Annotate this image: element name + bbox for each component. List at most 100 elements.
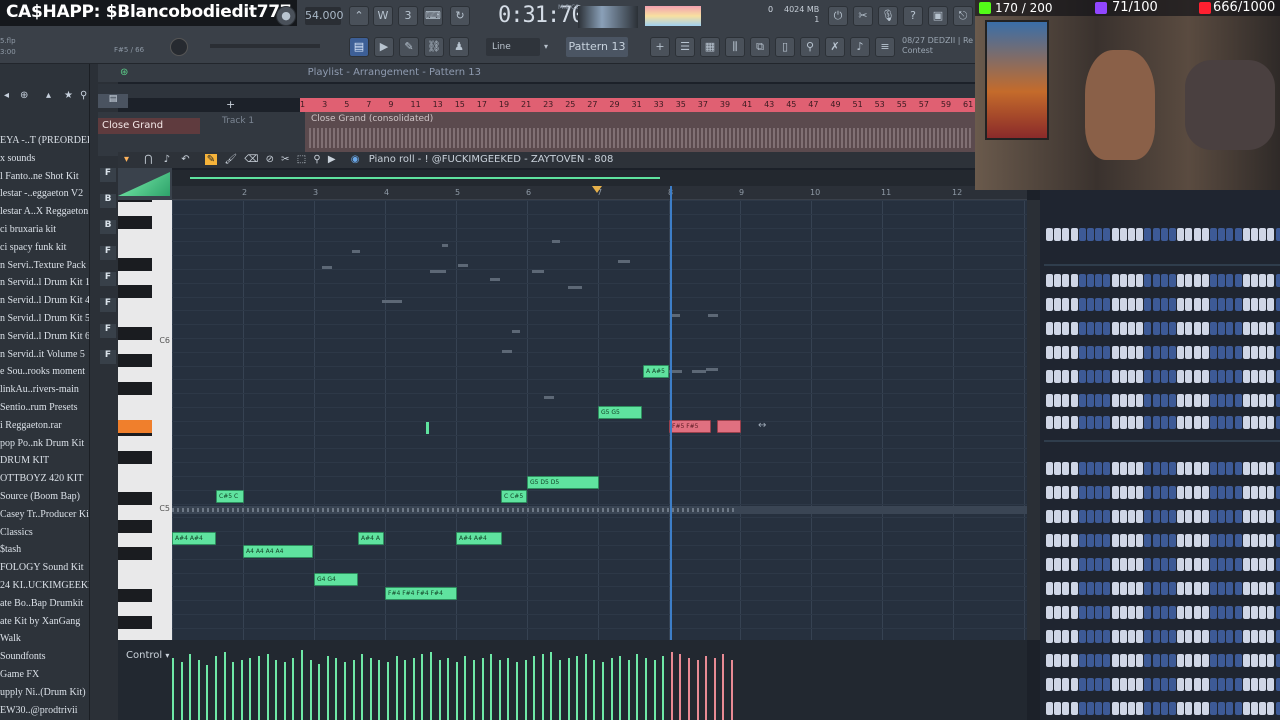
step-pad[interactable] [1103,654,1111,667]
step-pad[interactable] [1275,582,1280,595]
step-pad[interactable] [1152,370,1160,383]
step-pad[interactable] [1062,370,1070,383]
step-pad[interactable] [1054,228,1062,241]
step-pad[interactable] [1128,534,1135,547]
step-pad[interactable] [1218,654,1226,667]
velocity-bar[interactable] [318,664,321,720]
browser-item[interactable]: DRUM KIT [0,452,89,470]
step-pad[interactable] [1103,416,1111,429]
browser-item[interactable]: upply Ni..(Drum Kit) [0,684,89,702]
step-pad[interactable] [1267,274,1275,287]
step-pad[interactable] [1078,274,1086,287]
step-pad[interactable] [1119,702,1127,715]
step-pad[interactable] [1128,394,1135,407]
step-pad[interactable] [1087,534,1094,547]
step-pad[interactable] [1070,702,1078,715]
step-pad[interactable] [1234,462,1242,475]
step-pad[interactable] [1210,678,1217,691]
step-pad[interactable] [1226,678,1234,691]
step-pad[interactable] [1128,678,1135,691]
step-pad[interactable] [1226,346,1234,359]
step-pad[interactable] [1046,416,1053,429]
help-icon[interactable]: ? [903,6,923,26]
delete-tool-icon[interactable]: ⌫ [244,154,258,165]
velocity-bar[interactable] [378,660,381,720]
step-pad[interactable] [1119,510,1127,523]
step-pad[interactable] [1078,510,1086,523]
step-pad[interactable] [1267,702,1275,715]
note[interactable]: G5 D5 D5 [527,476,599,489]
select-tool-icon[interactable]: ⬚ [297,154,306,165]
step-pad[interactable] [1046,534,1053,547]
step-pad[interactable] [1242,416,1250,429]
step-pad[interactable] [1160,558,1168,571]
master-pitch-slider[interactable] [210,44,320,48]
velocity-bar[interactable] [507,658,510,720]
velocity-bar[interactable] [662,656,665,720]
browser-item[interactable]: Game FX [0,666,89,684]
step-pad[interactable] [1259,462,1267,475]
pattern-add-icon[interactable]: + [650,37,670,57]
step-pad[interactable] [1267,582,1275,595]
step-pad[interactable] [1177,370,1185,383]
step-pad[interactable] [1103,274,1111,287]
note[interactable]: A4 A4 A4 A4 [243,545,313,558]
step-pad[interactable] [1218,702,1226,715]
step-pad[interactable] [1234,274,1242,287]
step-pad[interactable] [1275,654,1280,667]
step-pad[interactable] [1152,298,1160,311]
browser-item[interactable]: lestar A..X Reggaeton [0,203,89,221]
step-pad[interactable] [1242,678,1250,691]
step-pad[interactable] [1136,486,1144,499]
step-pad[interactable] [1128,228,1135,241]
playhead[interactable] [670,186,672,640]
step-pad[interactable] [1046,486,1053,499]
step-pad[interactable] [1152,322,1160,335]
step-pad[interactable] [1218,370,1226,383]
browser-item[interactable]: EYA -..T (PREORDER) [0,132,89,150]
velocity-bar[interactable] [387,662,389,720]
step-pad[interactable] [1210,486,1217,499]
step-pad[interactable] [1259,702,1267,715]
step-pad[interactable] [1119,346,1127,359]
step-pad[interactable] [1259,228,1267,241]
step-pad[interactable] [1046,322,1053,335]
channel-label[interactable]: F [100,298,116,312]
step-pad[interactable] [1160,322,1168,335]
step-pad[interactable] [1185,534,1193,547]
step-pad[interactable] [1234,370,1242,383]
step-pad[interactable] [1136,534,1144,547]
velocity-bar[interactable] [679,654,682,720]
note[interactable]: A#4 A#4 [172,532,216,545]
velocity-bar[interactable] [602,662,604,720]
black-key[interactable] [118,450,152,464]
step-pad[interactable] [1201,298,1209,311]
step-pad[interactable] [1103,558,1111,571]
step-pad[interactable] [1070,486,1078,499]
step-pad[interactable] [1210,416,1217,429]
step-pad[interactable] [1095,274,1103,287]
step-pad[interactable] [1201,606,1209,619]
browser-item[interactable]: n Servid..l Drum Kit 1 [0,274,89,292]
step-pad[interactable] [1078,322,1086,335]
step-pad[interactable] [1210,630,1217,643]
step-pad[interactable] [1128,606,1135,619]
step-pad[interactable] [1242,370,1250,383]
step-pad[interactable] [1103,534,1111,547]
step-pad[interactable] [1160,298,1168,311]
step-pad[interactable] [1185,510,1193,523]
step-pad[interactable] [1144,534,1152,547]
step-pad[interactable] [1226,462,1234,475]
step-pad[interactable] [1070,228,1078,241]
velocity-bar[interactable] [404,660,407,720]
step-pad[interactable] [1169,702,1176,715]
step-pad[interactable] [1078,702,1086,715]
step-pad[interactable] [1242,702,1250,715]
step-pad[interactable] [1070,678,1078,691]
step-pad[interactable] [1062,606,1070,619]
step-pad[interactable] [1210,558,1217,571]
step-pad[interactable] [1218,274,1226,287]
step-pad[interactable] [1111,228,1119,241]
black-key[interactable] [118,381,152,395]
velocity-bar[interactable] [395,656,398,720]
